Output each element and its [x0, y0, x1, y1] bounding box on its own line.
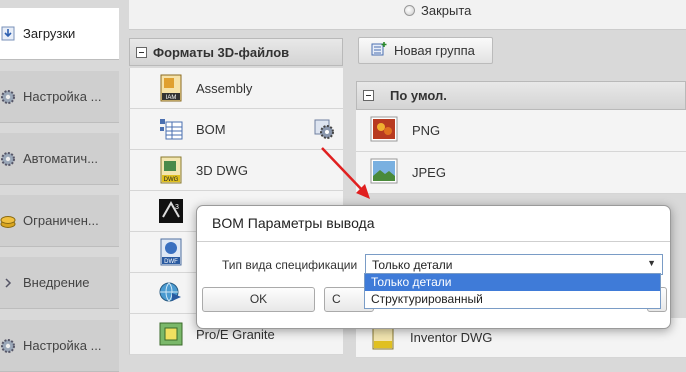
- coins-icon: [0, 211, 18, 231]
- option-structured[interactable]: Структурированный: [365, 291, 660, 308]
- dwg-file-icon: DWG: [158, 156, 184, 184]
- formats-header[interactable]: Форматы 3D-файлов: [129, 38, 343, 66]
- svg-text:DWG: DWG: [164, 177, 179, 183]
- chevron-down-icon[interactable]: ▼: [647, 258, 656, 268]
- group-item-label: Inventor DWG: [410, 330, 493, 345]
- dwf-file-icon: DWF: [158, 238, 184, 266]
- nav-item-label: Настройка ...: [23, 338, 102, 353]
- nav-item-settings-1[interactable]: Настройка ...: [0, 71, 119, 123]
- nav-item-label: Загрузки: [23, 26, 76, 41]
- bom-output-dialog: BOM Параметры вывода Тип вида спецификац…: [196, 205, 671, 329]
- bom-table-icon: [158, 115, 184, 143]
- svg-text:3: 3: [175, 204, 179, 211]
- collapse-icon[interactable]: [136, 46, 147, 58]
- jpeg-image-icon: [370, 158, 398, 187]
- format-label: Assembly: [196, 80, 253, 96]
- spec-type-label: Тип вида спецификации: [222, 258, 358, 272]
- new-group-label: Новая группа: [394, 43, 475, 58]
- png-image-icon: [370, 116, 398, 145]
- radio-closed[interactable]: Закрыта: [404, 3, 471, 18]
- group-item-label: JPEG: [412, 165, 446, 180]
- format-label: BOM: [196, 121, 226, 137]
- group-item-label: PNG: [412, 123, 441, 138]
- add-group-icon: [371, 41, 387, 60]
- nav-item-label: Ограничен...: [23, 213, 99, 228]
- list-item[interactable]: BOM: [129, 109, 343, 150]
- 3ds-max-icon: 3: [158, 197, 184, 225]
- list-item[interactable]: JPEG: [356, 152, 686, 194]
- group-list: PNG JPEG: [356, 110, 686, 194]
- nav-item-settings-2[interactable]: Настройка ...: [0, 320, 119, 372]
- collapse-icon[interactable]: [363, 90, 374, 101]
- radio-button[interactable]: [404, 5, 415, 16]
- gear-icon: [0, 149, 18, 169]
- svg-text:DWF: DWF: [164, 259, 178, 265]
- nav-item-label: Настройка ...: [23, 89, 102, 104]
- spec-type-select[interactable]: Только детали ▼: [365, 254, 663, 275]
- svg-text:IAM: IAM: [166, 95, 177, 101]
- dialog-title: BOM Параметры вывода: [212, 215, 375, 231]
- option-parts-only[interactable]: Только детали: [365, 274, 660, 291]
- nav-item-label: Автоматич...: [23, 151, 99, 166]
- select-value: Только детали: [372, 258, 453, 272]
- list-item[interactable]: IAM Assembly: [129, 68, 343, 109]
- radio-label: Закрыта: [421, 3, 472, 18]
- format-label: 3D DWG: [196, 162, 248, 178]
- gear-icon: [0, 336, 18, 356]
- nav-item-limits[interactable]: Ограничен...: [0, 195, 119, 247]
- nav-item-automation[interactable]: Автоматич...: [0, 133, 119, 185]
- divider: [197, 241, 670, 242]
- group-header[interactable]: По умол.: [356, 81, 686, 110]
- list-item[interactable]: PNG: [356, 110, 686, 152]
- gear-icon: [0, 87, 18, 107]
- new-group-button[interactable]: Новая группа: [358, 37, 493, 64]
- download-icon: [0, 24, 18, 44]
- spec-type-dropdown: Только детали Структурированный: [364, 273, 661, 309]
- settings-gear-icon[interactable]: [313, 118, 335, 143]
- formats-header-title: Форматы 3D-файлов: [153, 44, 290, 60]
- nav-item-downloads[interactable]: Загрузки: [0, 8, 119, 60]
- ok-button[interactable]: OK: [202, 287, 315, 312]
- group-header-title: По умол.: [390, 88, 447, 103]
- granite-icon: [158, 320, 184, 348]
- left-nav: Загрузки Настройка ... Автоматич... Огра…: [0, 0, 121, 372]
- nav-item-deploy[interactable]: Внедрение: [0, 257, 119, 309]
- nav-item-label: Внедрение: [23, 275, 90, 290]
- list-item[interactable]: DWG 3D DWG: [129, 150, 343, 191]
- chevron-right-icon: [0, 273, 18, 293]
- iam-file-icon: IAM: [158, 74, 184, 102]
- globe-arrow-icon: [158, 279, 184, 307]
